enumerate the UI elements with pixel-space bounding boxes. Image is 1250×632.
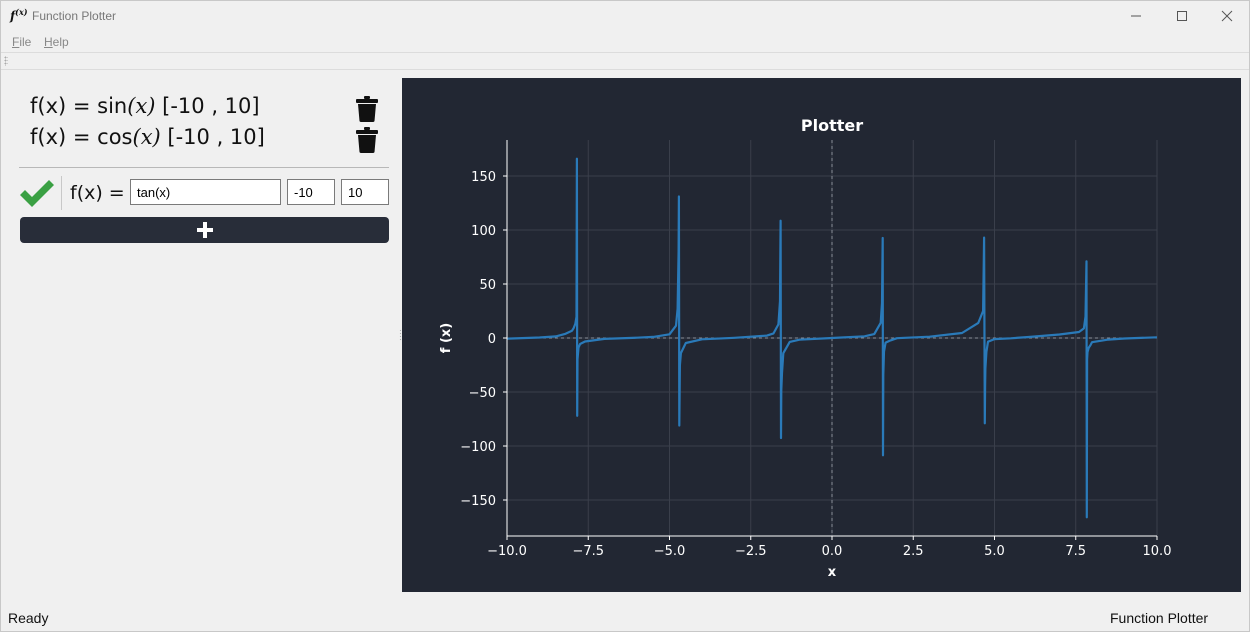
add-function-button[interactable] [20,217,389,243]
plot-canvas: −10.0 −7.5 −5.0 −2.5 0.0 2.5 5.0 7.5 10.0 150 100… [439,116,1171,580]
y-tick-label: 150 [471,170,496,185]
menu-file[interactable]: File [12,35,31,49]
function-item: f(x) = cos(x) [-10 , 10] [30,125,265,149]
x-tick-label: −5.0 [654,544,686,559]
toolbar-grip[interactable] [4,56,8,66]
x-tick-label: −10.0 [487,544,527,559]
toolbar [1,52,1249,70]
close-button[interactable] [1204,1,1250,31]
menu-bar: File Help [1,32,1249,52]
function-list-panel: f(x) = sin(x) [-10 , 10] f(x) = cos(x) [… [1,78,401,598]
y-ticks: 150 100 50 0 −50 −100 −150 [460,170,507,509]
x-axis-label: x [828,565,837,580]
maximize-button[interactable] [1159,1,1205,31]
function-item: f(x) = sin(x) [-10 , 10] [30,94,260,118]
window-title: Function Plotter [32,9,117,23]
app-window: f(x) Function Plotter File Help f(x) = s… [0,0,1250,632]
app-icon: f(x) [10,7,28,23]
y-tick-label: 0 [488,332,496,347]
y-tick-label: −50 [469,386,496,401]
checkmark-icon [20,180,54,207]
minimize-icon [1131,15,1141,17]
x-tick-label: 7.5 [1065,544,1086,559]
maximize-icon [1177,11,1187,21]
x-tick-label: −2.5 [735,544,767,559]
close-icon [1221,10,1233,22]
x-tick-label: −7.5 [572,544,604,559]
status-app-name: Function Plotter [1110,610,1209,626]
x-ticks: −10.0 −7.5 −5.0 −2.5 0.0 2.5 5.0 7.5 10.0 [487,536,1171,559]
chart-title: Plotter [801,116,863,135]
x-tick-label: 2.5 [903,544,924,559]
x-tick-label: 10.0 [1143,544,1172,559]
divider [19,167,389,168]
minimize-button[interactable] [1113,1,1159,31]
status-text: Ready [8,610,49,626]
delete-function-button[interactable] [356,96,378,122]
y-axis-label: f (x) [439,323,454,353]
y-tick-label: 100 [471,224,496,239]
expression-input[interactable] [130,179,281,205]
plus-icon [196,222,213,238]
separator [61,176,62,210]
range-min-input[interactable] [287,179,335,205]
y-tick-label: 50 [479,278,496,293]
status-bar: Ready Function Plotter [1,605,1249,631]
x-tick-label: 5.0 [984,544,1005,559]
delete-function-button[interactable] [356,127,378,153]
menu-help[interactable]: Help [44,35,69,49]
confirm-function-button[interactable] [19,178,55,210]
x-tick-label: 0.0 [822,544,843,559]
range-max-input[interactable] [341,179,389,205]
title-bar[interactable]: f(x) Function Plotter [1,1,1249,31]
function-prefix-label: f(x) = [70,182,125,204]
trash-icon [356,127,378,153]
plot-panel: −10.0 −7.5 −5.0 −2.5 0.0 2.5 5.0 7.5 10.0 150 100… [402,78,1241,592]
trash-icon [356,96,378,122]
y-tick-label: −150 [460,494,496,509]
y-tick-label: −100 [460,440,496,455]
